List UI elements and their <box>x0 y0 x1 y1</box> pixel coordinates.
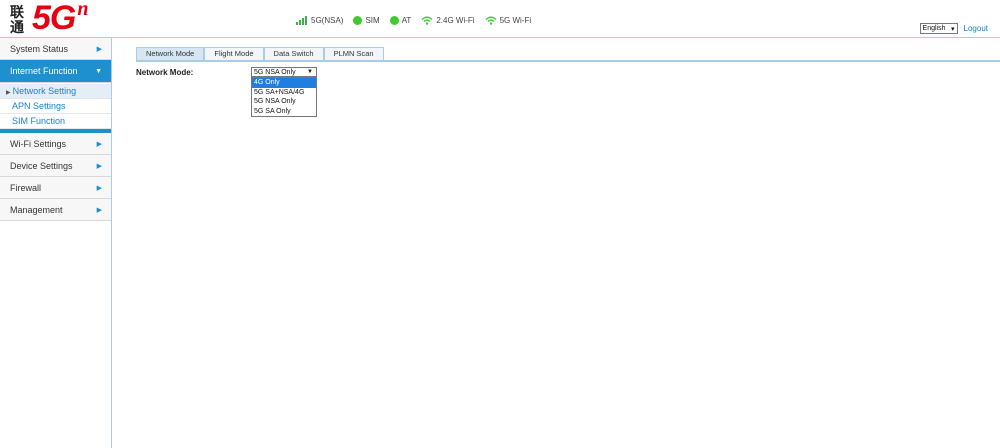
arrow-right-icon: ▶ <box>96 206 102 214</box>
tab-data-switch[interactable]: Data Switch <box>263 47 324 60</box>
sim-status: SIM <box>353 16 380 25</box>
sidebar-subitem-network-setting[interactable]: ▶ Network Setting <box>0 84 111 99</box>
wifi24-label: 2.4G Wi-Fi <box>436 16 475 25</box>
arrow-right-icon: ▶ <box>96 162 102 170</box>
logo-cn-line2: 通 <box>10 20 24 36</box>
header-actions: English ▾ Logout <box>919 23 988 34</box>
language-select[interactable]: English ▾ <box>919 23 958 34</box>
signal-status: 5G(NSA) <box>296 16 343 25</box>
brand-logo: 联 通 5G n <box>10 0 89 37</box>
wifi24-status: 2.4G Wi-Fi <box>421 16 475 25</box>
wifi-24-icon <box>421 16 433 25</box>
current-marker-icon: ▶ <box>6 90 11 96</box>
language-select-value: English <box>922 25 946 32</box>
at-status: AT <box>389 16 412 25</box>
arrow-down-icon: ▼ <box>95 67 102 75</box>
network-mode-label: Network Mode: <box>136 68 194 77</box>
sidebar-item-label: Device Settings <box>10 160 73 171</box>
wifi5-label: 5G Wi-Fi <box>499 16 532 25</box>
wifi5-status: 5G Wi-Fi <box>485 16 532 25</box>
sim-label: SIM <box>365 16 380 25</box>
network-mode-option[interactable]: 5G SA Only <box>252 107 316 117</box>
sim-status-dot-icon <box>353 16 363 25</box>
logout-link[interactable]: Logout <box>964 24 988 33</box>
arrow-right-icon: ▶ <box>96 140 102 148</box>
internet-function-submenu: ▶ Network Setting APN Settings SIM Functi… <box>0 83 111 133</box>
tab-plmn-scan[interactable]: PLMN Scan <box>323 47 384 60</box>
logo-cn-line1: 联 <box>10 5 24 21</box>
main-content: Network Mode Flight Mode Data Switch PLM… <box>112 38 1000 448</box>
subitem-label: Network Setting <box>12 86 77 96</box>
network-mode-selected-value: 5G NSA Only <box>254 68 296 76</box>
sidebar-item-firewall[interactable]: Firewall ▶ <box>0 177 111 199</box>
sidebar-item-wifi-settings[interactable]: Wi-Fi Settings ▶ <box>0 133 111 155</box>
sidebar-item-management[interactable]: Management ▶ <box>0 199 111 221</box>
signal-strength-icon <box>296 16 308 25</box>
sidebar-item-internet-function[interactable]: Internet Function ▼ <box>0 60 111 83</box>
wifi-5g-icon <box>485 16 497 25</box>
tab-underline <box>136 60 1000 62</box>
header: 联 通 5G n 5G(NSA) SIM AT 2.4G Wi-Fi 5G Wi… <box>0 0 1000 38</box>
at-status-dot-icon <box>389 16 399 25</box>
sidebar-subitem-apn-settings[interactable]: APN Settings <box>0 99 111 114</box>
chevron-down-icon: ▼ <box>307 69 313 75</box>
tab-bar: Network Mode Flight Mode Data Switch PLM… <box>136 47 384 60</box>
network-mode-dropdown-list: 4G Only 5G SA+NSA/4G 5G NSA Only 5G SA O… <box>251 77 317 117</box>
sidebar-item-label: Management <box>10 204 63 215</box>
network-mode-select[interactable]: 5G NSA Only ▼ <box>251 67 317 77</box>
sidebar-subitem-sim-function[interactable]: SIM Function <box>0 114 111 129</box>
sidebar-item-device-settings[interactable]: Device Settings ▶ <box>0 155 111 177</box>
sidebar-item-label: Wi-Fi Settings <box>10 138 67 149</box>
sidebar-item-label: Firewall <box>10 182 42 193</box>
sidebar-item-system-status[interactable]: System Status ▶ <box>0 38 111 60</box>
network-mode-option[interactable]: 5G NSA Only <box>252 97 316 107</box>
tab-network-mode[interactable]: Network Mode <box>136 47 205 60</box>
sidebar-item-label: System Status <box>10 43 69 54</box>
sidebar: System Status ▶ Internet Function ▼ ▶ Net… <box>0 38 112 448</box>
signal-label: 5G(NSA) <box>311 16 344 25</box>
network-mode-option[interactable]: 4G Only <box>252 78 316 88</box>
logo-chinese-text: 联 通 <box>10 6 28 36</box>
tab-flight-mode[interactable]: Flight Mode <box>204 47 264 60</box>
arrow-right-icon: ▶ <box>96 184 102 192</box>
logo-5g: 5G <box>32 0 76 37</box>
network-mode-option[interactable]: 5G SA+NSA/4G <box>252 88 316 98</box>
arrow-right-icon: ▶ <box>96 45 102 53</box>
at-label: AT <box>401 16 412 25</box>
status-bar: 5G(NSA) SIM AT 2.4G Wi-Fi 5G Wi-Fi <box>296 16 541 25</box>
chevron-down-icon: ▾ <box>951 25 955 33</box>
sidebar-item-label: Internet Function <box>10 66 78 76</box>
logo-sup: n <box>77 0 89 20</box>
